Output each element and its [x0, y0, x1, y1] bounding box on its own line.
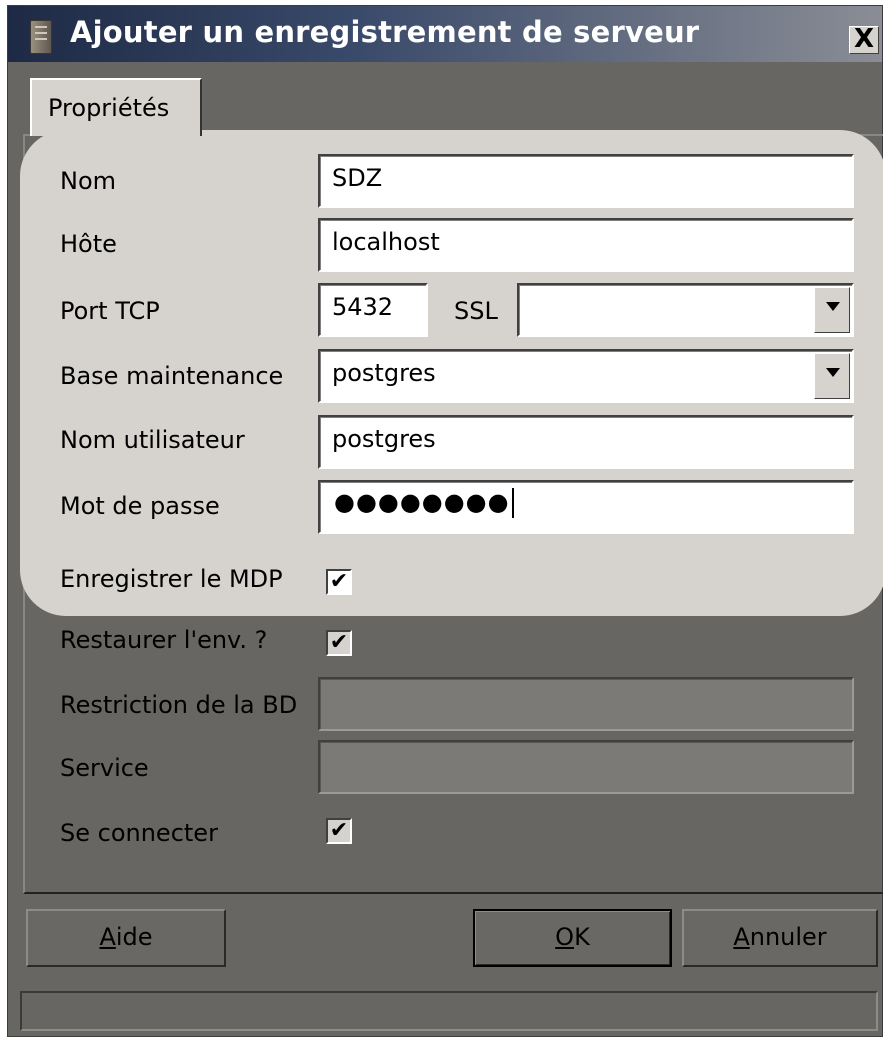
ssl-select[interactable]	[517, 283, 854, 337]
text-caret	[511, 488, 514, 518]
tab-properties-label: Propriétés	[48, 94, 170, 122]
name-field[interactable]: SDZ	[318, 154, 854, 208]
restore-env-checkbox[interactable]: ✔	[326, 630, 352, 656]
host-field[interactable]: localhost	[318, 218, 854, 272]
window-title: Ajouter un enregistrement de serveur	[70, 15, 700, 49]
password-field[interactable]: ●●●●●●●●	[318, 480, 854, 534]
restore-env-label: Restaurer l'env. ?	[60, 626, 268, 654]
maintenance-db-dropdown-arrow-icon[interactable]	[814, 353, 850, 399]
port-value: 5432	[332, 293, 394, 321]
help-label-rest: ide	[115, 923, 153, 951]
ok-button[interactable]: OK	[473, 909, 672, 967]
db-restriction-label: Restriction de la BD	[60, 691, 298, 719]
name-label: Nom	[60, 167, 117, 195]
help-mnemonic: A	[99, 923, 116, 951]
db-restriction-field	[318, 677, 854, 731]
ssl-label: SSL	[454, 297, 498, 325]
ok-mnemonic: O	[555, 923, 575, 951]
save-password-label: Enregistrer le MDP	[60, 565, 283, 593]
save-password-checkbox[interactable]: ✔	[326, 569, 352, 595]
username-field[interactable]: postgres	[318, 415, 854, 469]
add-server-dialog: Ajouter un enregistrement de serveur X P…	[7, 5, 883, 1037]
port-field[interactable]: 5432	[318, 283, 428, 337]
ssl-dropdown-arrow-icon[interactable]	[814, 287, 850, 333]
host-value: localhost	[332, 228, 440, 256]
cancel-mnemonic: A	[733, 923, 750, 951]
status-bar	[20, 991, 878, 1031]
service-label: Service	[60, 754, 149, 782]
maintenance-db-value: postgres	[332, 359, 436, 387]
server-icon	[30, 20, 52, 54]
service-field	[318, 740, 854, 794]
username-value: postgres	[332, 425, 436, 453]
password-label: Mot de passe	[60, 492, 220, 520]
host-label: Hôte	[60, 230, 117, 258]
title-bar[interactable]: Ajouter un enregistrement de serveur X	[8, 6, 882, 62]
maintenance-db-label: Base maintenance	[60, 362, 284, 390]
name-value: SDZ	[332, 164, 383, 192]
cancel-button[interactable]: Annuler	[682, 909, 878, 967]
port-label: Port TCP	[60, 297, 160, 325]
maintenance-db-select[interactable]: postgres	[318, 349, 854, 403]
connect-label: Se connecter	[60, 819, 218, 847]
ok-label-rest: K	[574, 923, 590, 951]
username-label: Nom utilisateur	[60, 426, 245, 454]
connect-checkbox[interactable]: ✔	[326, 818, 352, 844]
help-button[interactable]: Aide	[26, 909, 226, 967]
password-value: ●●●●●●●●	[334, 488, 514, 518]
tab-properties[interactable]: Propriétés	[30, 78, 202, 136]
cancel-label-rest: nnuler	[749, 923, 827, 951]
close-button[interactable]: X	[849, 26, 879, 54]
